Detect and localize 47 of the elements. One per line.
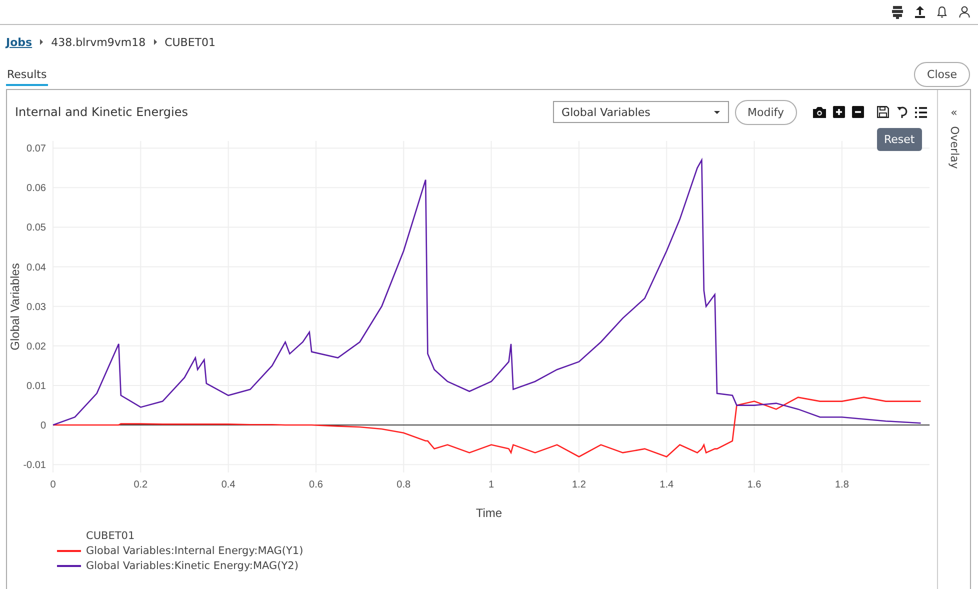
- close-button[interactable]: Close: [914, 62, 970, 86]
- upload-icon[interactable]: [915, 6, 925, 18]
- list-icon[interactable]: [915, 106, 927, 118]
- x-tick-label: 0: [50, 480, 56, 490]
- y-tick-label: 0.06: [26, 183, 46, 194]
- bell-icon[interactable]: [937, 6, 947, 18]
- x-tick-label: 1.6: [747, 480, 762, 490]
- variable-dropdown[interactable]: Global Variables: [552, 101, 729, 123]
- chevron-icon: [40, 39, 44, 45]
- y-tick-label: 0.05: [26, 222, 46, 234]
- breadcrumb-item: CUBET01: [164, 36, 216, 48]
- y-tick-label: 0.01: [26, 380, 46, 392]
- camera-icon[interactable]: [813, 106, 826, 118]
- zoom-in-icon[interactable]: [833, 106, 845, 118]
- chevron-icon: [154, 39, 157, 45]
- breadcrumb-item: 438.blrvm9vm18: [51, 36, 146, 48]
- y-axis-title: Global Variables: [8, 263, 22, 350]
- save-icon[interactable]: [877, 106, 889, 118]
- x-tick-label: 0.4: [221, 480, 236, 490]
- user-icon[interactable]: [959, 6, 970, 18]
- chart-title: Internal and Kinetic Energies: [15, 105, 189, 119]
- y-tick-label: 0.04: [26, 262, 46, 274]
- server-icon[interactable]: [892, 6, 903, 18]
- collapse-button[interactable]: «: [950, 106, 958, 119]
- tab[interactable]: Results: [6, 64, 48, 86]
- tooltip: Reset: [877, 128, 922, 151]
- legend-label[interactable]: Global Variables:Kinetic Energy:MAG(Y2): [86, 560, 298, 572]
- y-tick-label: 0.02: [26, 341, 46, 352]
- overlay-tab[interactable]: Overlay: [948, 126, 960, 169]
- x-tick-label: 1: [488, 480, 494, 490]
- reset-icon[interactable]: [896, 106, 908, 118]
- x-tick-label: 0.8: [396, 480, 411, 490]
- zoom-out-icon[interactable]: [852, 106, 864, 118]
- modify-button[interactable]: Modify: [734, 100, 797, 124]
- y-tick-label: 0.07: [26, 144, 46, 155]
- x-axis-title: Time: [476, 506, 502, 520]
- legend-title: CUBET01: [85, 530, 136, 542]
- y-tick-label: -0.01: [23, 460, 46, 472]
- legend-label[interactable]: Global Variables:Internal Energy:MAG(Y1): [86, 545, 304, 557]
- y-tick-label: 0: [40, 420, 46, 432]
- y-tick-label: 0.03: [26, 302, 46, 313]
- x-tick-label: 0.6: [309, 480, 323, 490]
- x-tick-label: 0.2: [134, 480, 148, 490]
- x-tick-label: 1.4: [660, 480, 674, 490]
- breadcrumb-link[interactable]: Jobs: [6, 36, 32, 48]
- x-tick-label: 1.2: [572, 480, 586, 490]
- x-tick-label: 1.8: [834, 480, 849, 490]
